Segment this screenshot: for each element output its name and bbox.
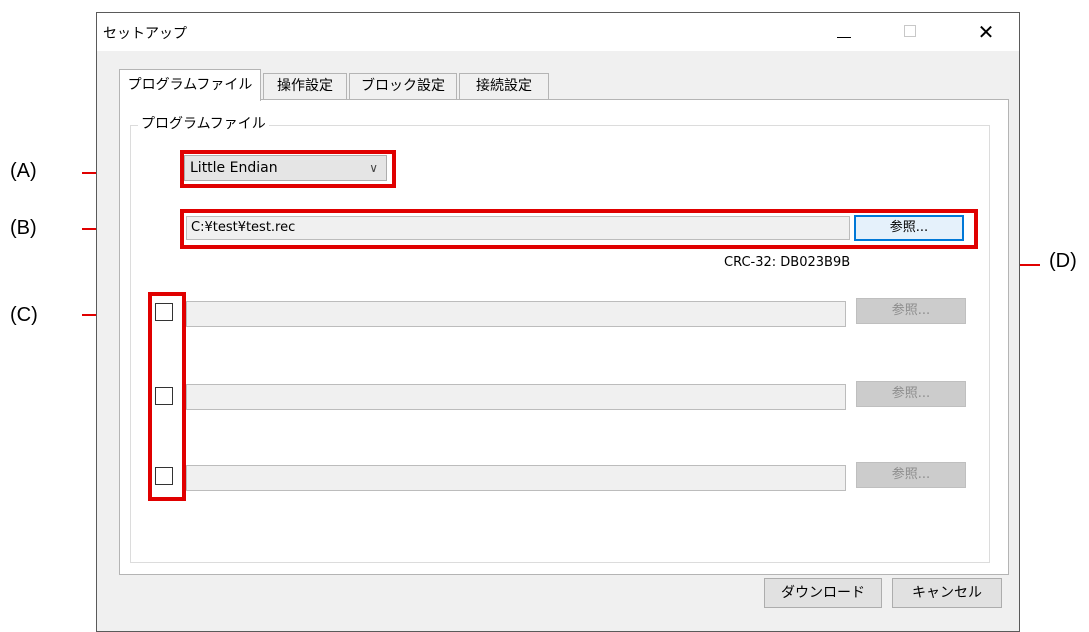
extra-file-2-checkbox[interactable] (155, 387, 173, 405)
tab-program-file[interactable]: プログラムファイル (119, 69, 261, 101)
crc-value: CRC-32: DB023B9B (724, 255, 851, 270)
endian-select-value: Little Endian (190, 160, 278, 176)
maximize-icon (904, 25, 916, 37)
extra-file-2-browse-button[interactable]: 参照... (856, 381, 966, 407)
window-title: セットアップ (103, 26, 187, 42)
minimize-icon (837, 37, 851, 38)
download-button[interactable]: ダウンロード (764, 578, 882, 608)
groupbox-label: プログラムファイル (138, 113, 269, 133)
title-bar: セットアップ ✕ (97, 13, 1019, 51)
main-file-browse-button[interactable]: 参照... (854, 215, 964, 241)
extra-file-1-path-field[interactable] (186, 301, 846, 327)
extra-file-2-path-field[interactable] (186, 384, 846, 410)
extra-file-3-browse-button[interactable]: 参照... (856, 462, 966, 488)
tab-connection-settings[interactable]: 接続設定 (459, 73, 549, 99)
close-button[interactable]: ✕ (963, 13, 1009, 51)
cancel-button[interactable]: キャンセル (892, 578, 1002, 608)
tab-block-settings[interactable]: ブロック設定 (349, 73, 457, 99)
extra-file-3-checkbox[interactable] (155, 467, 173, 485)
chevron-down-icon: ∨ (369, 161, 378, 175)
callout-a: (A) (10, 160, 37, 182)
extra-file-1-browse-button[interactable]: 参照... (856, 298, 966, 324)
tab-operation-settings[interactable]: 操作設定 (263, 73, 347, 99)
extra-file-3-path-field[interactable] (186, 465, 846, 491)
maximize-button[interactable] (887, 13, 933, 51)
extra-file-1-checkbox[interactable] (155, 303, 173, 321)
callout-c: (C) (10, 304, 38, 326)
endian-select[interactable]: Little Endian ∨ (184, 155, 387, 181)
callout-b: (B) (10, 217, 37, 239)
close-icon: ✕ (977, 20, 995, 44)
minimize-button[interactable] (821, 13, 867, 51)
main-file-path-field[interactable]: C:¥test¥test.rec (186, 216, 850, 240)
program-file-groupbox (130, 125, 990, 563)
callout-d: (D) (1049, 250, 1077, 272)
